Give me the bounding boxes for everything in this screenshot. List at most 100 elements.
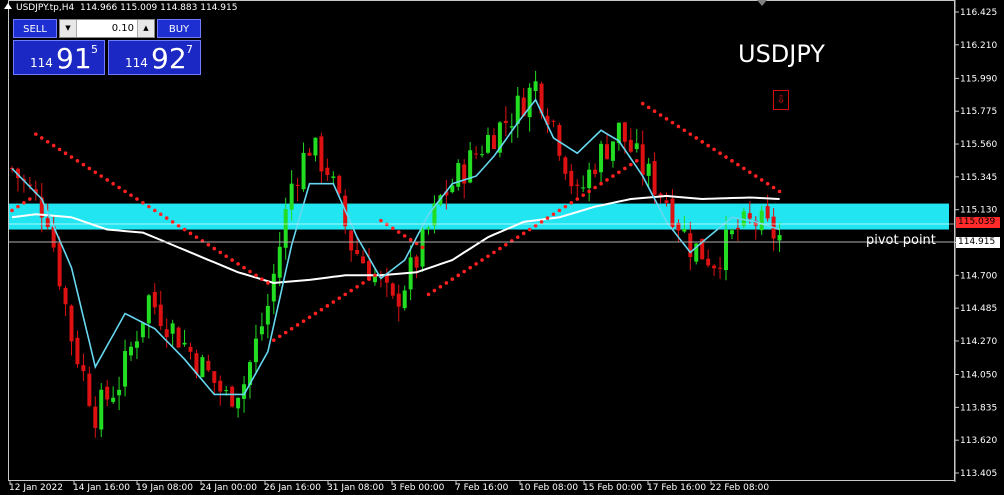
candle-body	[164, 329, 169, 338]
lot-decrease-icon[interactable]: ▼	[60, 20, 77, 37]
sar-dot	[539, 220, 544, 224]
candle-body	[396, 293, 401, 307]
sar-dot	[230, 258, 234, 262]
candle-body	[57, 243, 62, 287]
candle-body	[325, 167, 330, 175]
sar-dot	[105, 178, 109, 182]
sell-price-point: 5	[91, 43, 98, 56]
candle-body	[152, 291, 157, 308]
sar-dot	[658, 113, 663, 117]
candle-body	[581, 187, 586, 189]
buy-price-button[interactable]: 114 92 7	[108, 40, 201, 75]
candle-body	[176, 327, 181, 348]
bid-price-tag: 114.915	[956, 237, 1000, 248]
candle-body	[414, 256, 419, 268]
candle-body	[69, 305, 74, 342]
sar-dot	[777, 189, 782, 194]
candle-body	[87, 373, 92, 406]
sar-dot	[652, 109, 657, 114]
candle-body	[456, 163, 461, 187]
candle-body	[111, 397, 116, 402]
candle-body	[158, 304, 163, 327]
sar-dot	[646, 105, 651, 110]
sar-dot	[295, 323, 300, 327]
sar-dot	[444, 281, 449, 285]
sar-dot	[361, 281, 365, 285]
candle-body	[224, 390, 229, 392]
buy-button[interactable]: BUY	[157, 19, 201, 38]
sar-dot	[480, 258, 484, 262]
candle-body	[491, 135, 496, 149]
lot-size-field[interactable]: ▼ 0.10 ▲	[59, 19, 155, 38]
candle-body	[236, 397, 241, 409]
sar-dot	[634, 159, 639, 163]
candle-body	[146, 295, 151, 324]
sar-dot	[396, 230, 401, 234]
candle-body	[182, 342, 187, 345]
candle-body	[593, 169, 598, 175]
sar-dot	[379, 218, 383, 223]
sar-dot	[712, 147, 716, 152]
buy-price-point: 7	[186, 43, 193, 56]
sar-dot	[57, 147, 62, 152]
sar-dot	[670, 120, 675, 125]
sar-dot	[129, 193, 133, 197]
sar-dot	[575, 197, 580, 201]
candle-body	[652, 161, 657, 195]
candle-body	[712, 265, 717, 269]
sar-dot	[629, 162, 633, 167]
buy-price-prefix: 114	[125, 56, 148, 70]
candle-body	[777, 235, 782, 241]
sar-dot	[617, 170, 621, 175]
sar-dot	[135, 197, 139, 201]
sell-price-button[interactable]: 114 91 5	[13, 40, 105, 75]
candle-body	[331, 176, 336, 178]
sar-dot	[75, 159, 80, 163]
candle-body	[265, 305, 270, 325]
chart-header: USDJPY.tp,H4 114.966 115.009 114.883 114…	[4, 3, 237, 13]
candle-body	[271, 273, 276, 302]
x-tick-label: 10 Feb 08:00	[519, 483, 578, 493]
sar-dot	[563, 204, 568, 209]
candle-body	[622, 122, 627, 142]
sar-dot	[581, 193, 585, 197]
down-arrow-icon[interactable]: ⇩	[773, 90, 789, 110]
lot-size-value[interactable]: 0.10	[76, 20, 138, 37]
candle-body	[480, 154, 485, 156]
x-tick-label: 3 Feb 00:00	[391, 483, 445, 493]
sar-dot	[742, 166, 746, 171]
collapse-triangle-icon[interactable]	[4, 3, 12, 9]
sar-dot	[771, 185, 776, 190]
candle-body	[509, 126, 514, 128]
sar-dot	[706, 143, 710, 148]
price-axis: 115.039 114.915	[955, 0, 1004, 482]
sar-dot	[34, 132, 38, 136]
candle-body	[605, 144, 609, 159]
candle-body	[206, 360, 211, 371]
candle-body	[575, 184, 580, 186]
candle-body	[390, 283, 395, 296]
x-tick-label: 22 Feb 08:00	[710, 483, 769, 493]
sar-dot	[623, 166, 627, 171]
sar-dot	[367, 277, 371, 281]
candle-body	[569, 170, 574, 187]
x-tick-label: 19 Jan 08:00	[136, 483, 193, 493]
sar-dot	[676, 124, 681, 129]
sell-button[interactable]: SELL	[13, 19, 57, 38]
sar-dot	[16, 204, 20, 209]
sar-dot	[212, 246, 217, 251]
sar-dot	[664, 117, 669, 121]
sar-dot	[248, 269, 252, 274]
sar-dot	[283, 330, 288, 335]
chart-shift-marker[interactable]	[757, 0, 767, 6]
candle-body	[527, 87, 532, 118]
candle-body	[230, 386, 235, 407]
candle-body	[81, 365, 86, 372]
lot-increase-icon[interactable]: ▲	[137, 20, 154, 37]
candle-body	[134, 341, 139, 348]
candle-body	[75, 337, 80, 365]
sar-dot	[39, 136, 44, 140]
sar-dot	[694, 136, 699, 140]
sar-dot	[164, 216, 169, 220]
sar-dot	[557, 208, 562, 213]
